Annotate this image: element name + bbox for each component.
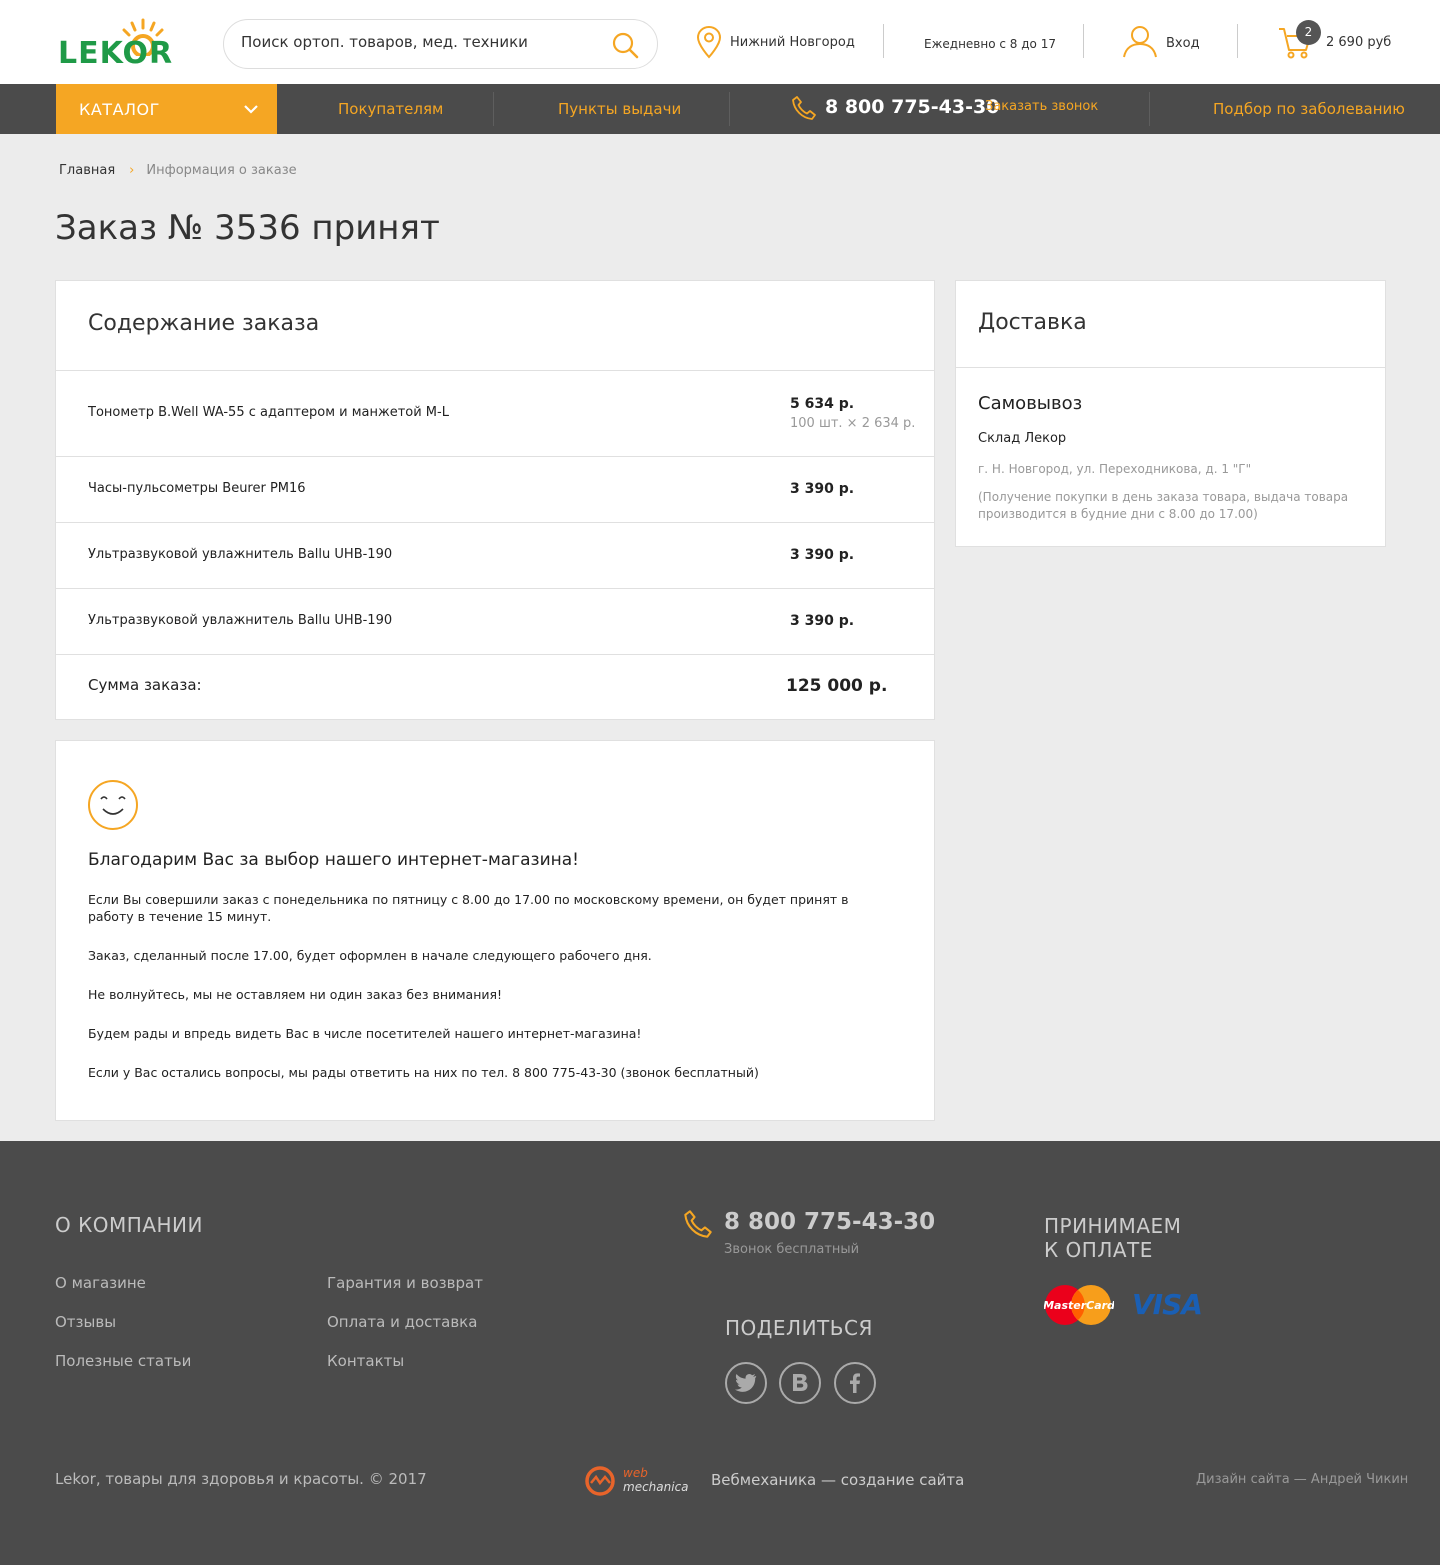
nav-phone-number[interactable]: 8 800 775-43-30 <box>825 96 999 118</box>
city-selector[interactable]: Нижний Новгород <box>730 35 855 50</box>
order-item-price: 3 390 р. <box>790 481 855 497</box>
breadcrumb-home[interactable]: Главная <box>59 163 115 178</box>
thank-you-card: Благодарим Вас за выбор нашего интернет-… <box>55 740 935 1121</box>
pickup-point-address: г. Н. Новгород, ул. Переходникова, д. 1 … <box>978 462 1252 476</box>
divider <box>1237 24 1238 58</box>
order-total-row: Сумма заказа: 125 000 р. <box>56 654 934 720</box>
catalog-label: КАТАЛОГ <box>79 100 160 119</box>
site-footer: О КОМПАНИИ О магазине Гарантия и возврат… <box>0 1141 1440 1565</box>
order-item-row: Часы-пульсометры Beurer PM16 3 390 р. <box>56 456 934 522</box>
page-title: Заказ № 3536 принят <box>55 208 440 248</box>
nav-pickup-points[interactable]: Пункты выдачи <box>558 100 681 118</box>
cart-total[interactable]: 2 690 руб <box>1326 35 1391 50</box>
site-header: LEKOR Нижний Новгород Ежедневно с 8 до 1… <box>0 0 1440 84</box>
thank-you-paragraph: Будем рады и впредь видеть Вас в числе п… <box>88 1026 642 1041</box>
catalog-button[interactable]: КАТАЛОГ <box>56 84 277 134</box>
payment-heading-line-2: К ОПЛАТЕ <box>1044 1238 1153 1262</box>
order-item-quantity: 100 шт. × 2 634 р. <box>790 416 916 431</box>
mastercard-icon: MasterCard <box>1044 1285 1114 1325</box>
webmechanica-credit[interactable]: Вебмеханика — создание сайта <box>711 1471 964 1489</box>
order-item-price: 5 634 р. <box>790 396 855 412</box>
order-item-name[interactable]: Ультразвуковой увлажнитель Ballu UHB-190 <box>88 613 392 628</box>
order-item-row: Ультразвуковой увлажнитель Ballu UHB-190… <box>56 522 934 588</box>
order-item-name[interactable]: Ультразвуковой увлажнитель Ballu UHB-190 <box>88 547 392 562</box>
divider <box>729 92 730 126</box>
footer-link-about[interactable]: О магазине <box>55 1274 146 1292</box>
working-hours: Ежедневно с 8 до 17 <box>924 37 1056 51</box>
delivery-method: Самовывоз <box>978 393 1083 414</box>
lekor-logo[interactable]: LEKOR <box>58 16 180 71</box>
login-link[interactable]: Вход <box>1166 36 1200 51</box>
order-item-row: Тонометр B.Well WA-55 с адаптером и манж… <box>56 370 934 456</box>
divider <box>883 24 884 58</box>
search-icon[interactable] <box>611 31 639 59</box>
order-total-label: Сумма заказа: <box>88 676 202 694</box>
user-icon[interactable] <box>1122 24 1158 58</box>
order-contents-title: Содержание заказа <box>88 311 320 336</box>
order-item-price: 3 390 р. <box>790 613 855 629</box>
pickup-point-name: Склад Лекор <box>978 431 1067 446</box>
location-pin-icon[interactable] <box>696 25 722 59</box>
webmechanica-logo-icon[interactable]: web mechanica <box>584 1463 700 1499</box>
breadcrumb: Главная › Информация о заказе <box>59 163 297 178</box>
share-heading: ПОДЕЛИТЬСЯ <box>725 1316 873 1340</box>
payment-heading: ПРИНИМАЕМ К ОПЛАТЕ <box>1044 1214 1181 1262</box>
facebook-glyph <box>850 1373 860 1393</box>
copyright: Lekor, товары для здоровья и красоты. © … <box>55 1470 427 1488</box>
breadcrumb-current: Информация о заказе <box>146 163 297 178</box>
mastercard-label: MasterCard <box>1044 1299 1114 1312</box>
footer-phone-number[interactable]: 8 800 775-43-30 <box>724 1209 935 1235</box>
divider <box>1083 24 1084 58</box>
main-nav: КАТАЛОГ Покупателям Пункты выдачи 8 800 … <box>0 84 1440 134</box>
thank-you-paragraph: Не волнуйтесь, мы не оставляем ни один з… <box>88 987 503 1002</box>
logo-text: LEKOR <box>58 36 174 71</box>
webmechanica-logo-text: web <box>623 1466 648 1480</box>
divider <box>956 367 1385 368</box>
thank-you-paragraph: Если у Вас остались вопросы, мы рады отв… <box>88 1065 759 1080</box>
footer-link-articles[interactable]: Полезные статьи <box>55 1352 191 1370</box>
phone-icon <box>792 96 816 120</box>
smile-icon <box>88 780 138 830</box>
twitter-glyph <box>735 1374 757 1392</box>
nav-disease-selection[interactable]: Подбор по заболеванию <box>1213 100 1405 118</box>
order-contents-card: Содержание заказа Тонометр B.Well WA-55 … <box>55 280 935 720</box>
order-item-name[interactable]: Часы-пульсометры Beurer PM16 <box>88 481 306 496</box>
vk-icon[interactable] <box>779 1362 821 1404</box>
order-item-price: 3 390 р. <box>790 547 855 563</box>
chevron-down-icon <box>244 105 258 114</box>
cart-count-badge[interactable]: 2 <box>1296 20 1321 45</box>
payment-heading-line-1: ПРИНИМАЕМ <box>1044 1214 1182 1238</box>
divider <box>1149 92 1150 126</box>
thank-you-paragraph: Если Вы совершили заказ с понедельника п… <box>88 892 849 924</box>
divider <box>493 92 494 126</box>
footer-phone-note: Звонок бесплатный <box>724 1242 860 1257</box>
order-item-row: Ультразвуковой увлажнитель Ballu UHB-190… <box>56 588 934 654</box>
nav-buyers[interactable]: Покупателям <box>338 100 443 118</box>
pickup-note: (Получение покупки в день заказа товара,… <box>978 490 1349 521</box>
twitter-icon[interactable] <box>725 1362 767 1404</box>
visa-icon: VISA <box>1132 1288 1203 1321</box>
footer-link-reviews[interactable]: Отзывы <box>55 1313 116 1331</box>
footer-link-contacts[interactable]: Контакты <box>327 1352 404 1370</box>
thank-you-paragraph: Заказ, сделанный после 17.00, будет офор… <box>88 948 652 963</box>
vk-glyph <box>793 1374 808 1391</box>
phone-icon <box>684 1210 712 1238</box>
footer-link-warranty[interactable]: Гарантия и возврат <box>327 1274 483 1292</box>
design-credit[interactable]: Дизайн сайта — Андрей Чикин <box>1196 1472 1408 1487</box>
breadcrumb-separator: › <box>129 163 135 178</box>
thank-you-title: Благодарим Вас за выбор нашего интернет-… <box>88 850 579 870</box>
facebook-icon[interactable] <box>834 1362 876 1404</box>
delivery-title: Доставка <box>978 310 1087 335</box>
callback-link[interactable]: Заказать звонок <box>985 99 1098 114</box>
order-item-name[interactable]: Тонометр B.Well WA-55 с адаптером и манж… <box>88 405 449 420</box>
webmechanica-logo-text: mechanica <box>623 1480 689 1494</box>
search-box <box>223 19 658 69</box>
delivery-card: Доставка Самовывоз Склад Лекор г. Н. Нов… <box>955 280 1386 547</box>
footer-link-payment-delivery[interactable]: Оплата и доставка <box>327 1313 477 1331</box>
order-total-value: 125 000 р. <box>786 676 888 696</box>
company-heading: О КОМПАНИИ <box>55 1213 203 1237</box>
search-input[interactable] <box>241 33 601 51</box>
